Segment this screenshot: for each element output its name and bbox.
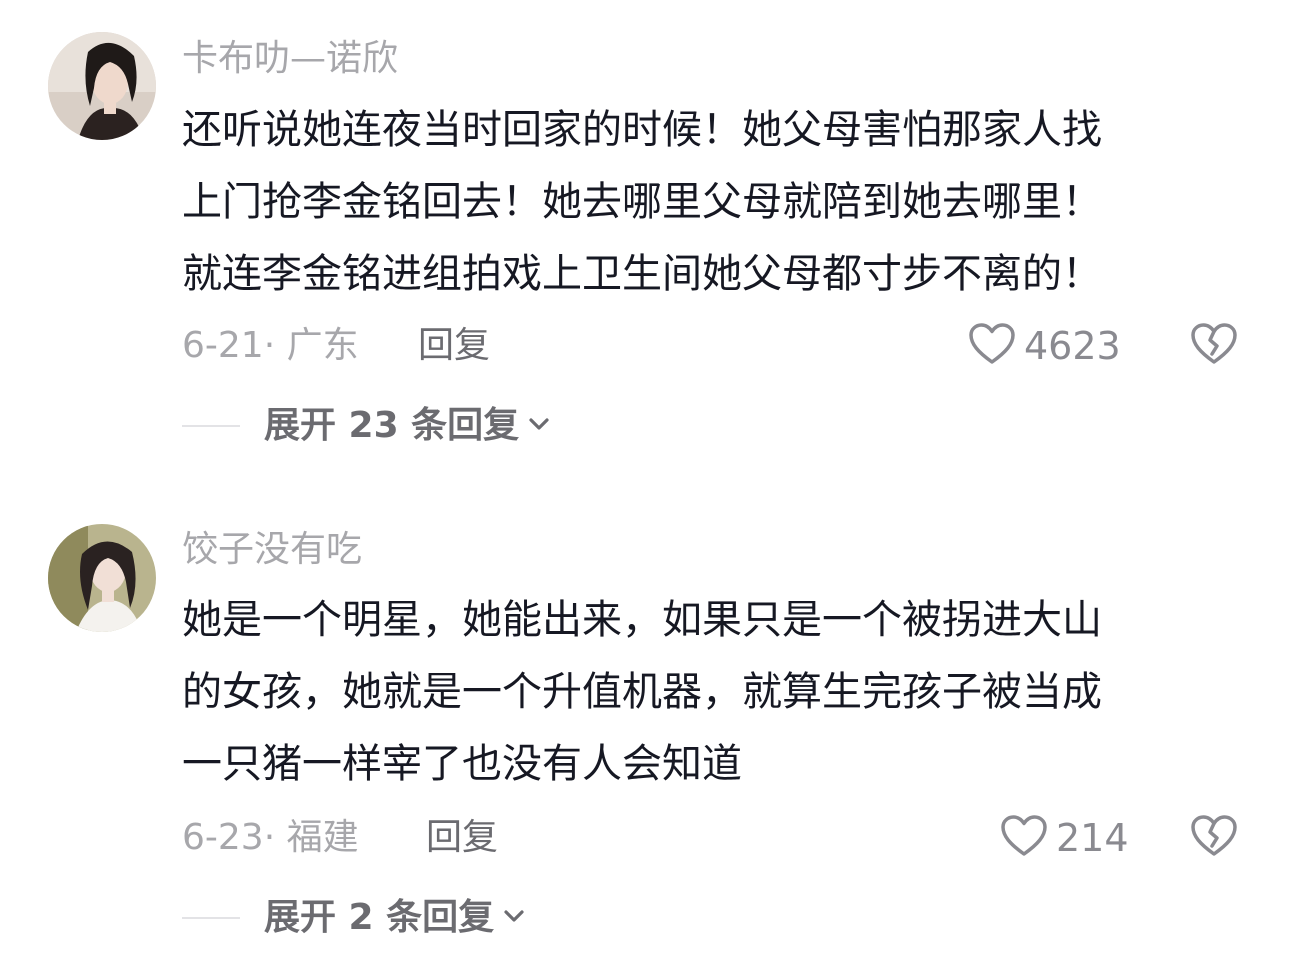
expand-replies-label: 展开 23 条回复 xyxy=(264,405,520,446)
like-count: 4623 xyxy=(1024,324,1121,368)
heart-outline-icon xyxy=(1000,814,1048,862)
reply-button[interactable]: 回复 xyxy=(426,816,498,860)
expand-replies-label: 展开 2 条回复 xyxy=(264,897,495,938)
comment-username[interactable]: 饺子没有吃 xyxy=(182,528,362,572)
comment-text: 还听说她连夜当时回家的时候！她父母害怕那家人找 上门抢李金铭回去！她去哪里父母就… xyxy=(182,94,1242,310)
avatar[interactable] xyxy=(48,32,156,140)
broken-heart-icon xyxy=(1190,815,1238,862)
like-button[interactable]: 214 xyxy=(1000,814,1129,862)
chevron-down-icon xyxy=(527,414,551,438)
heart-outline-icon xyxy=(968,322,1016,370)
expand-replies[interactable]: 展开 2 条回复 xyxy=(182,896,526,940)
expand-replies[interactable]: 展开 23 条回复 xyxy=(182,404,551,448)
comment-item: 卡布叻—诺欣 还听说她连夜当时回家的时候！她父母害怕那家人找 上门抢李金铭回去！… xyxy=(0,0,1290,480)
dislike-button[interactable] xyxy=(1190,814,1238,862)
comment-text-line: 上门抢李金铭回去！她去哪里父母就陪到她去哪里！ xyxy=(182,179,1102,225)
divider xyxy=(182,425,240,427)
comment-date-location: 6-21· 广东 xyxy=(182,325,359,366)
comment-text-line: 的女孩，她就是一个升值机器，就算生完孩子被当成 xyxy=(182,669,1102,715)
comment-text-line: 就连李金铭进组拍戏上卫生间她父母都寸步不离的！ xyxy=(182,251,1102,297)
comment-date-location: 6-23· 福建 xyxy=(182,817,359,858)
avatar[interactable] xyxy=(48,524,156,632)
like-button[interactable]: 4623 xyxy=(968,322,1121,370)
dislike-button[interactable] xyxy=(1190,322,1238,370)
comment-text-line: 一只猪一样宰了也没有人会知道 xyxy=(182,741,742,787)
broken-heart-icon xyxy=(1190,323,1238,370)
comment-item: 饺子没有吃 她是一个明星，她能出来，如果只是一个被拐进大山 的女孩，她就是一个升… xyxy=(0,480,1290,962)
comment-username[interactable]: 卡布叻—诺欣 xyxy=(182,37,398,81)
divider xyxy=(182,917,240,919)
reply-button[interactable]: 回复 xyxy=(418,324,490,368)
comment-text: 她是一个明星，她能出来，如果只是一个被拐进大山 的女孩，她就是一个升值机器，就算… xyxy=(182,584,1242,800)
comment-text-line: 还听说她连夜当时回家的时候！她父母害怕那家人找 xyxy=(182,107,1102,153)
chevron-down-icon xyxy=(502,906,526,930)
like-count: 214 xyxy=(1056,816,1129,860)
comment-text-line: 她是一个明星，她能出来，如果只是一个被拐进大山 xyxy=(182,597,1102,643)
